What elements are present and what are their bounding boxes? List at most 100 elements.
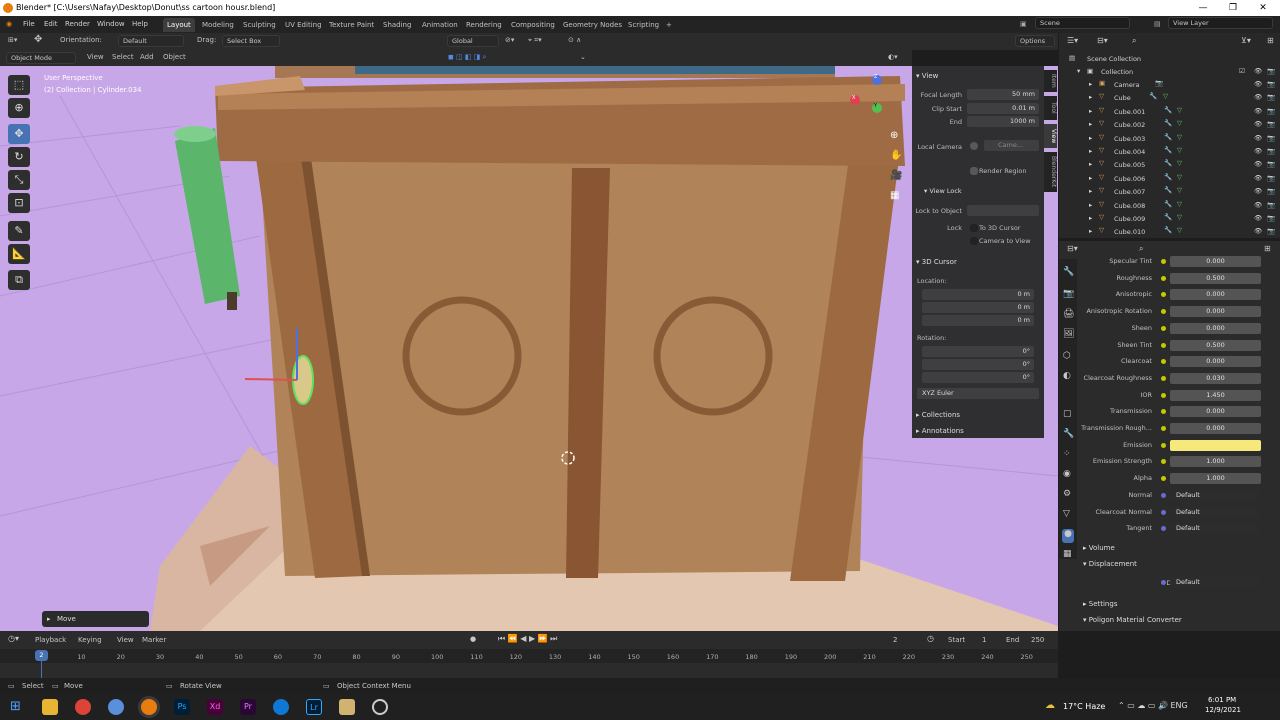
- tray-icons[interactable]: ⌃ ▭ ☁ ▭ 🔊 ENG: [1118, 701, 1188, 710]
- property-field[interactable]: 0.000: [1170, 322, 1261, 334]
- visibility-eye-icon[interactable]: 👁: [1254, 201, 1262, 209]
- property-field[interactable]: 0.000: [1170, 256, 1261, 267]
- sidebar-tab-tool[interactable]: Tool: [1044, 96, 1057, 120]
- render-camera-icon[interactable]: 📷: [1267, 80, 1275, 88]
- outliner-filter-icon[interactable]: ⊻▾: [1241, 36, 1251, 45]
- focal-length-field[interactable]: 50 mm: [967, 89, 1039, 100]
- outliner-expand-icon[interactable]: ▸: [1089, 214, 1092, 222]
- chrome-icon[interactable]: [75, 699, 91, 715]
- mode-dropdown[interactable]: Object Mode: [6, 52, 76, 64]
- mesh-data-icon[interactable]: ▽: [1177, 119, 1182, 127]
- mesh-data-icon[interactable]: ▽: [1177, 226, 1182, 234]
- render-camera-icon[interactable]: 📷: [1267, 107, 1275, 115]
- property-field[interactable]: 0.030: [1170, 372, 1261, 384]
- menu-file[interactable]: File: [23, 20, 35, 28]
- camera-view-icon[interactable]: 🎥: [890, 170, 902, 181]
- outliner-item[interactable]: ▸ ▽ Cube.008 🔧 ▽ 👁 📷: [1059, 200, 1280, 213]
- options-dropdown[interactable]: Options: [1015, 35, 1055, 47]
- modifier-icon[interactable]: 🔧: [1164, 119, 1172, 127]
- pan-hand-icon[interactable]: ✋: [890, 150, 902, 161]
- outliner-expand-icon[interactable]: ▸: [1089, 80, 1092, 88]
- header-menu-add[interactable]: Add: [140, 53, 154, 61]
- texture-props-icon[interactable]: ▦: [1063, 549, 1072, 559]
- clip-start-field[interactable]: 0.01 m: [967, 103, 1039, 114]
- outliner-expand-icon[interactable]: ▸: [1089, 93, 1092, 101]
- visibility-eye-icon[interactable]: 👁: [1254, 93, 1262, 101]
- move-tool-icon[interactable]: ✥: [34, 34, 42, 45]
- render-camera-icon[interactable]: 📷: [1267, 201, 1275, 209]
- cursor-rot-x-field[interactable]: 0°: [922, 346, 1034, 357]
- collection-visibility-icon[interactable]: 👁: [1254, 67, 1262, 75]
- visibility-icon[interactable]: ◐▾: [888, 53, 898, 61]
- outliner-expand-icon[interactable]: ▸: [1089, 160, 1092, 168]
- mesh-data-icon[interactable]: ▽: [1177, 159, 1182, 167]
- socket-icon[interactable]: [1161, 275, 1166, 281]
- visibility-eye-icon[interactable]: 👁: [1254, 160, 1262, 168]
- displacement-field[interactable]: Default: [1170, 577, 1261, 588]
- sidebar-tab-item[interactable]: Item: [1044, 70, 1057, 92]
- visibility-eye-icon[interactable]: 👁: [1254, 80, 1262, 88]
- blender-taskbar-icon[interactable]: [141, 699, 157, 715]
- cursor-loc-x-field[interactable]: 0 m: [922, 289, 1034, 300]
- select-mode-icons[interactable]: ◼ ◫ ◧ ◨ ⌕: [448, 53, 486, 62]
- edge-icon[interactable]: [273, 699, 289, 715]
- outliner-item[interactable]: ▸ ▽ Cube 🔧 ▽ 👁 📷: [1059, 92, 1280, 105]
- timeline-menu-keying[interactable]: Keying: [78, 636, 102, 644]
- modifier-icon[interactable]: 🔧: [1164, 159, 1172, 167]
- drag-dropdown[interactable]: Select Box: [222, 35, 280, 47]
- camera-to-view-checkbox[interactable]: [970, 237, 978, 245]
- visibility-eye-icon[interactable]: 👁: [1254, 227, 1262, 235]
- outliner-expand-icon[interactable]: ▸: [1089, 227, 1092, 235]
- mesh-data-icon[interactable]: ▽: [1177, 106, 1182, 114]
- render-camera-icon[interactable]: 📷: [1267, 93, 1275, 101]
- photoshop-icon[interactable]: Ps: [174, 699, 190, 715]
- outliner-item[interactable]: ▸ ▽ Cube.003 🔧 ▽ 👁 📷: [1059, 133, 1280, 146]
- file-explorer-icon[interactable]: [42, 699, 58, 715]
- cursor-loc-z-field[interactable]: 0 m: [922, 315, 1034, 326]
- cursor-rot-y-field[interactable]: 0°: [922, 359, 1034, 370]
- property-field[interactable]: 1.000: [1170, 456, 1261, 468]
- lock-to-object-field[interactable]: [967, 205, 1039, 216]
- socket-icon[interactable]: [1161, 325, 1166, 331]
- preview-range-icon[interactable]: ◷: [927, 634, 934, 643]
- outliner-item[interactable]: ▸ ▽ Cube.002 🔧 ▽ 👁 📷: [1059, 119, 1280, 132]
- operator-expand-icon[interactable]: ▸: [47, 615, 51, 623]
- modifier-icon[interactable]: 🔧: [1164, 173, 1172, 181]
- select-box-tool-icon[interactable]: ⬚: [8, 75, 30, 95]
- header-expand-icon[interactable]: ⌄: [580, 53, 586, 61]
- pivot-icon[interactable]: ⊘▾: [505, 36, 514, 44]
- property-field[interactable]: 0.000: [1170, 306, 1261, 318]
- clip-end-field[interactable]: 1000 m: [967, 116, 1039, 127]
- cursor-loc-y-field[interactable]: 0 m: [922, 302, 1034, 313]
- property-field[interactable]: Default: [1170, 489, 1261, 501]
- tab-animation[interactable]: Animation: [418, 18, 462, 32]
- sidebar-tab-blenderkit[interactable]: BlenderKit: [1044, 152, 1057, 192]
- start-frame-field[interactable]: 1: [982, 636, 986, 644]
- scene-collection-row[interactable]: ▤ Scene Collection: [1059, 53, 1280, 66]
- mesh-data-icon[interactable]: ▽: [1177, 146, 1182, 154]
- outliner-expand-icon[interactable]: ▸: [1089, 187, 1092, 195]
- property-field[interactable]: 0.000: [1170, 423, 1261, 434]
- header-menu-view[interactable]: View: [87, 53, 104, 61]
- collection-row[interactable]: ▾ ▣ Collection ☑ 👁 📷: [1059, 66, 1280, 79]
- modifier-icon[interactable]: 🔧: [1164, 106, 1172, 114]
- current-frame-field[interactable]: 2: [893, 636, 897, 644]
- modifier-icon[interactable]: 🔧: [1164, 226, 1172, 234]
- visibility-eye-icon[interactable]: 👁: [1254, 107, 1262, 115]
- tab-sculpting[interactable]: Sculpting: [239, 18, 280, 32]
- modifier-icon[interactable]: 🔧: [1164, 133, 1172, 141]
- visibility-eye-icon[interactable]: 👁: [1254, 147, 1262, 155]
- tab-modeling[interactable]: Modeling: [198, 18, 238, 32]
- tab-compositing[interactable]: Compositing: [507, 18, 559, 32]
- modifier-icon[interactable]: 🔧: [1164, 213, 1172, 221]
- socket-icon[interactable]: [1161, 392, 1166, 398]
- menu-help[interactable]: Help: [132, 20, 148, 28]
- scene-selector[interactable]: Scene: [1035, 17, 1130, 29]
- visibility-eye-icon[interactable]: 👁: [1254, 120, 1262, 128]
- render-camera-icon[interactable]: 📷: [1267, 227, 1275, 235]
- property-field[interactable]: Default: [1170, 506, 1261, 518]
- collections-panel-header[interactable]: ▸ Collections: [916, 411, 960, 419]
- measure-tool-icon[interactable]: 📐: [8, 244, 30, 264]
- timeline-editor-icon[interactable]: ◷▾: [8, 634, 19, 643]
- tab-layout[interactable]: Layout: [163, 18, 195, 32]
